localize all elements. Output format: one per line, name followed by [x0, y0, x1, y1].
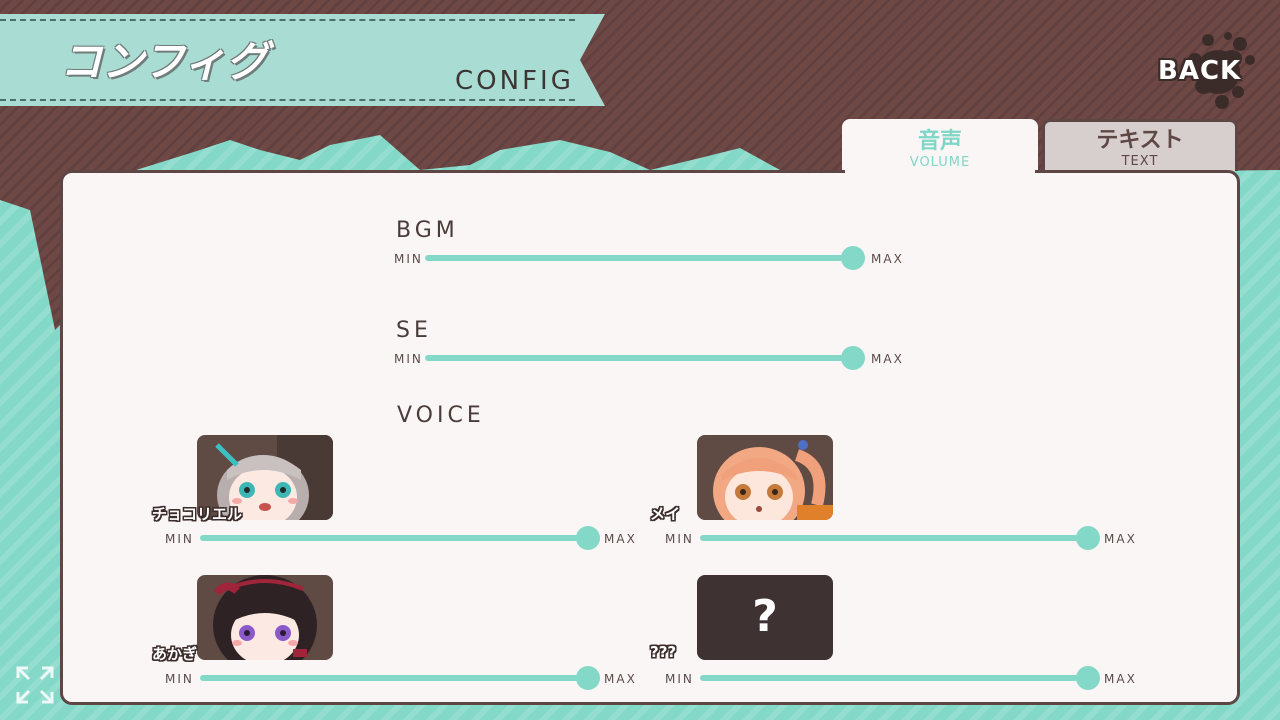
voice-max-label: MAX — [604, 672, 637, 686]
voice-slider-knob[interactable] — [576, 666, 600, 690]
back-button[interactable]: BACK — [1150, 22, 1265, 117]
tab-text[interactable]: テキスト TEXT — [1042, 119, 1238, 171]
portrait-akagi — [197, 575, 333, 660]
se-label: SE — [396, 318, 432, 343]
se-min-label: MIN — [394, 352, 423, 366]
bgm-slider-knob[interactable] — [841, 246, 865, 270]
page-title-jp: コンフィグ — [60, 37, 268, 86]
se-slider-knob[interactable] — [841, 346, 865, 370]
voice-min-label: MIN — [665, 532, 694, 546]
voice-min-label: MIN — [665, 672, 694, 686]
se-slider-track[interactable] — [425, 355, 855, 361]
bgm-slider-track[interactable] — [425, 255, 855, 261]
voice-min-label: MIN — [165, 672, 194, 686]
question-mark-icon: ? — [752, 591, 778, 642]
page-title-en: CONFIG — [455, 66, 574, 96]
character-name: ??? — [650, 643, 677, 661]
bgm-min-label: MIN — [394, 252, 423, 266]
bgm-max-label: MAX — [871, 252, 904, 266]
banner-dash-bottom — [0, 99, 575, 101]
voice-slider-knob[interactable] — [1076, 666, 1100, 690]
portrait-locked: ? — [697, 575, 833, 660]
character-name: あかぎ — [152, 645, 198, 663]
character-name: チョコリエル — [152, 505, 243, 523]
voice-label: VOICE — [397, 403, 485, 428]
voice-slider-knob[interactable] — [576, 526, 600, 550]
se-max-label: MAX — [871, 352, 904, 366]
voice-max-label: MAX — [604, 532, 637, 546]
portrait-mei — [697, 435, 833, 520]
tab-volume-label-jp: 音声 — [917, 129, 962, 154]
expand-arrows-icon — [16, 666, 54, 704]
voice-slider-track[interactable] — [700, 675, 1090, 681]
title-banner: コンフィグ CONFIG — [0, 14, 605, 106]
tab-text-label-jp: テキスト — [1096, 128, 1184, 153]
character-name: メイ — [650, 505, 681, 523]
voice-slider-knob[interactable] — [1076, 526, 1100, 550]
bgm-label: BGM — [396, 218, 459, 243]
tab-text-label-en: TEXT — [1121, 154, 1159, 169]
fullscreen-button[interactable] — [14, 664, 56, 706]
voice-slider-track[interactable] — [200, 675, 590, 681]
voice-min-label: MIN — [165, 532, 194, 546]
voice-max-label: MAX — [1104, 532, 1137, 546]
back-button-label: BACK — [1158, 56, 1242, 86]
voice-slider-track[interactable] — [200, 535, 590, 541]
banner-dash-top — [0, 19, 575, 21]
panel-tab-join — [845, 166, 1035, 174]
voice-slider-track[interactable] — [700, 535, 1090, 541]
voice-max-label: MAX — [1104, 672, 1137, 686]
